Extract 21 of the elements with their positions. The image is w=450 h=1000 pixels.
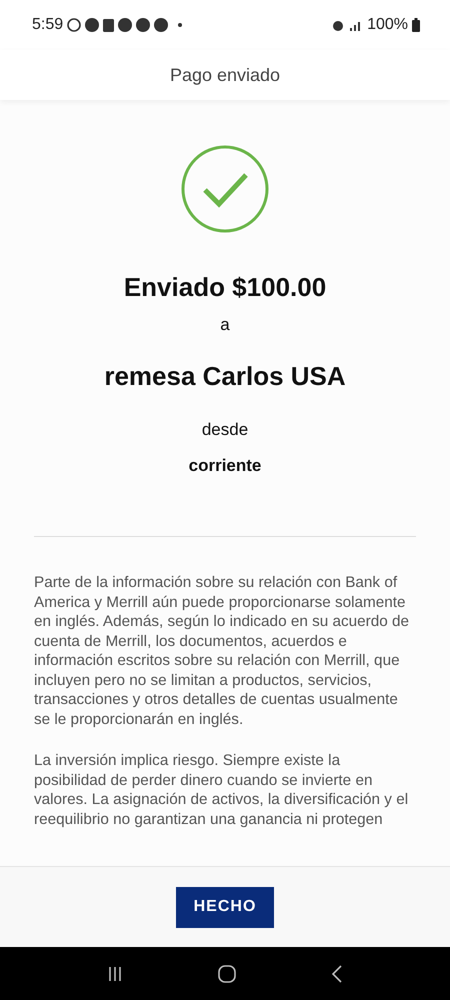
circle-app-icon (154, 18, 168, 32)
circle-app-icon (118, 18, 132, 32)
account-name: corriente (188, 456, 262, 476)
sent-amount: Enviado $100.00 (124, 272, 326, 303)
home-icon[interactable] (218, 964, 236, 982)
from-label: desde (202, 420, 248, 440)
disclosure-paragraph: La inversión implica riesgo. Siempre existe la posibilidad de perder dinero cuando se invierte en valores. La asignación de activos, la diversificación y el reequilibrio no garantizan una ganancia ni protegen (34, 751, 410, 829)
circle-app-icon (136, 18, 150, 32)
page-title: Pago enviado (170, 64, 280, 86)
check-circle-icon (180, 144, 270, 234)
clipboard-icon (103, 18, 114, 32)
back-icon[interactable] (330, 964, 343, 982)
status-time: 5:59 (32, 16, 64, 34)
battery-percentage: 100% (367, 16, 408, 34)
battery-icon (412, 18, 420, 32)
dot-icon (178, 23, 182, 27)
recent-apps-icon[interactable] (107, 966, 124, 982)
recipient-name: remesa Carlos USA (104, 361, 346, 392)
disclosure-paragraph: Parte de la información sobre su relación con Bank of America y Merrill aún puede proporcionarse solamente en inglés. Además, según lo indicado en su acuerdo de cuenta de Merrill, los documentos, acuerdos e información escritos sobre su relación con Merrill, que incluyen pero no se limitan a productos, servicios, transacciones y otros detalles de cuentas usualmente se le proporcionarán en inglés. (34, 573, 410, 729)
done-button[interactable]: HECHO (176, 886, 274, 928)
to-label: a (220, 315, 230, 335)
